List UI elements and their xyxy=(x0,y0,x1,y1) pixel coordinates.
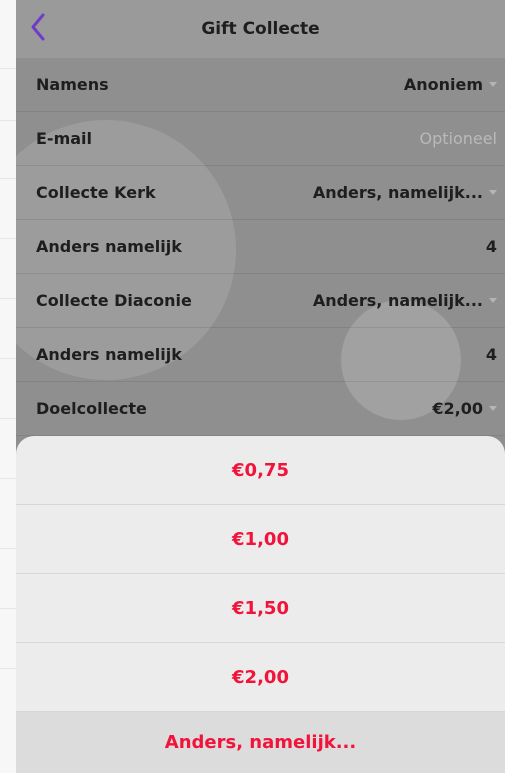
row-doelcollecte[interactable]: Doelcollecte €2,00 xyxy=(16,382,505,436)
form-list: Namens Anoniem E-mail Optioneel Collecte… xyxy=(16,58,505,436)
amount-action-sheet: €0,75 €1,00 €1,50 €2,00 Anders, namelijk… xyxy=(16,436,505,773)
row-label: Anders namelijk xyxy=(36,345,182,364)
row-label: Anders namelijk xyxy=(36,237,182,256)
collecte-diaconie-select[interactable]: Anders, namelijk... xyxy=(313,291,497,310)
caret-down-icon xyxy=(489,406,497,411)
option-1-50[interactable]: €1,50 xyxy=(16,574,505,643)
caret-down-icon xyxy=(489,82,497,87)
nav-header: Gift Collecte xyxy=(16,0,505,58)
doelcollecte-select[interactable]: €2,00 xyxy=(432,399,497,418)
option-1-00[interactable]: €1,00 xyxy=(16,505,505,574)
back-button[interactable] xyxy=(26,10,50,44)
row-namens[interactable]: Namens Anoniem xyxy=(16,58,505,112)
gift-collecte-screen: Gift Collecte Namens Anoniem E-mail Opti… xyxy=(16,0,505,773)
row-label: Collecte Diaconie xyxy=(36,291,192,310)
row-collecte-diaconie[interactable]: Collecte Diaconie Anders, namelijk... xyxy=(16,274,505,328)
page-title: Gift Collecte xyxy=(201,19,320,39)
row-label: E-mail xyxy=(36,129,93,148)
namens-select[interactable]: Anoniem xyxy=(404,75,497,94)
option-anders[interactable]: Anders, namelijk... xyxy=(16,712,505,773)
anders-diaconie-input[interactable]: 4 xyxy=(486,345,497,364)
email-field[interactable]: Optioneel xyxy=(419,129,497,148)
chevron-left-icon xyxy=(31,13,45,41)
caret-down-icon xyxy=(489,298,497,303)
collecte-kerk-select[interactable]: Anders, namelijk... xyxy=(313,183,497,202)
row-anders-namelijk-kerk[interactable]: Anders namelijk 4 xyxy=(16,220,505,274)
option-0-75[interactable]: €0,75 xyxy=(16,436,505,505)
row-value: €2,00 xyxy=(432,399,483,418)
row-collecte-kerk[interactable]: Collecte Kerk Anders, namelijk... xyxy=(16,166,505,220)
caret-down-icon xyxy=(489,190,497,195)
row-label: Doelcollecte xyxy=(36,399,147,418)
row-value: Anoniem xyxy=(403,75,483,94)
row-value: Anders, namelijk... xyxy=(312,183,483,202)
row-label: Collecte Kerk xyxy=(36,183,156,202)
row-label: Namens xyxy=(36,75,109,94)
option-2-00[interactable]: €2,00 xyxy=(16,643,505,712)
row-value: Anders, namelijk... xyxy=(312,291,483,310)
row-anders-namelijk-diaconie[interactable]: Anders namelijk 4 xyxy=(16,328,505,382)
anders-kerk-input[interactable]: 4 xyxy=(486,237,497,256)
row-email[interactable]: E-mail Optioneel xyxy=(16,112,505,166)
